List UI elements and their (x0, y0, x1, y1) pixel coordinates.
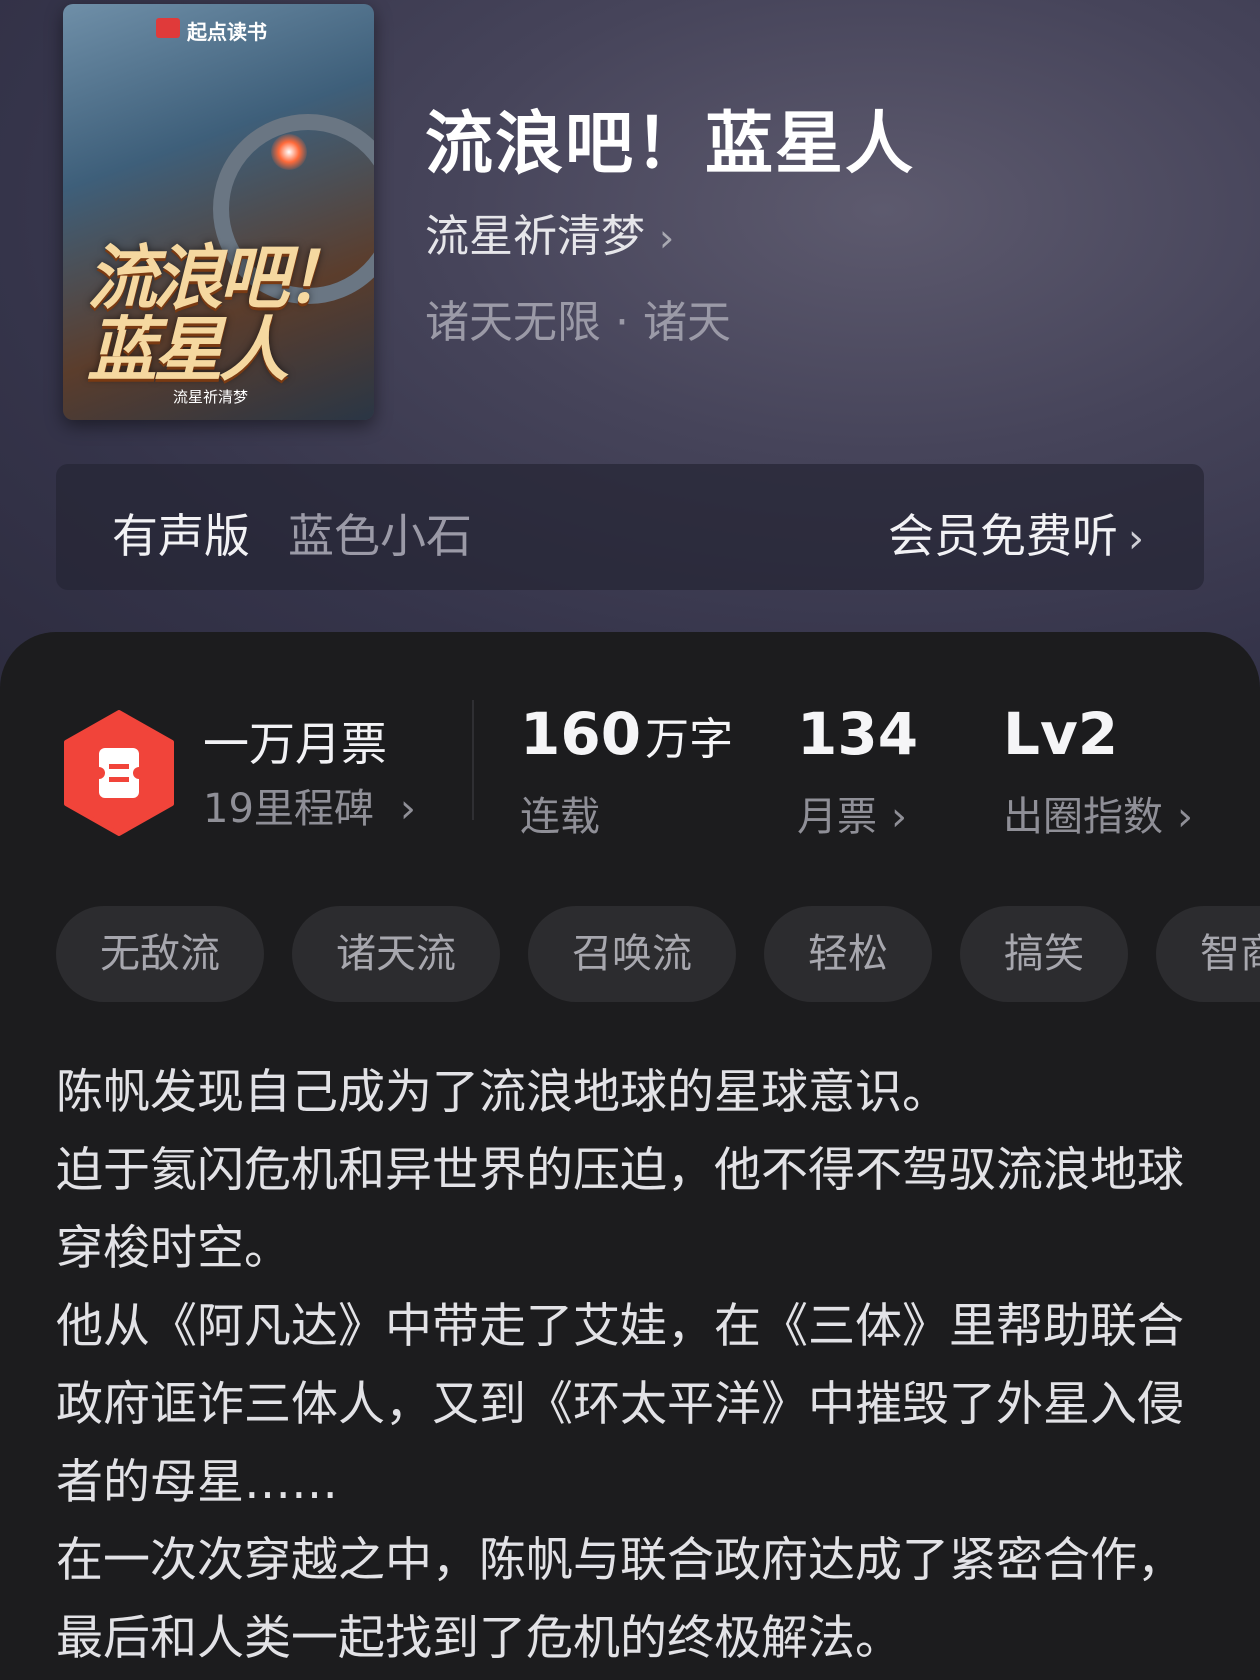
description-line: 陈帆发现自己成为了流浪地球的星球意识。 (56, 1065, 949, 1120)
tag-chip[interactable]: 诸天流 (292, 906, 500, 1002)
stats-divider (472, 700, 474, 820)
description-line: 在一次次穿越之中，陈帆与联合政府达成了紧密合作，最后和人类一起找到了危机的终极解… (56, 1533, 1184, 1666)
cover-title: 流浪吧！蓝星人 (87, 236, 355, 391)
tag-chip[interactable]: 无敌流 (56, 906, 264, 1002)
cover-art-core (271, 134, 307, 170)
book-genre[interactable]: 诸天无限 · 诸天 (425, 286, 731, 350)
audio-label: 有声版 (112, 509, 250, 563)
description-line: 迫于氦闪危机和异世界的压迫，他不得不驾驭流浪地球穿梭时空。 (56, 1143, 1184, 1276)
tag-chip[interactable]: 轻松 (764, 906, 932, 1002)
chevron-right-icon: › (1128, 516, 1144, 562)
audio-narrator: 蓝色小石 (288, 509, 472, 563)
popularity-index-label: 出圈指数 (1003, 794, 1163, 840)
monthly-votes-link[interactable]: 月票 › (797, 784, 907, 842)
tag-chip[interactable]: 搞笑 (960, 906, 1128, 1002)
serial-status: 连载 (520, 794, 600, 840)
tag-list: 无敌流诸天流召唤流轻松搞笑智商 (56, 906, 1260, 1002)
member-free-listen-button[interactable]: 会员免费听 › (888, 500, 1144, 566)
word-count-value: 160 (520, 700, 642, 768)
audio-edition-bar[interactable]: 有声版 蓝色小石 会员免费听 › (56, 464, 1204, 590)
cover-brand: 起点读书 (187, 20, 267, 44)
chevron-right-icon: › (1177, 794, 1193, 840)
chevron-right-icon: › (399, 786, 416, 832)
word-count: 160万字 (520, 700, 733, 768)
monthly-votes-value: 134 (797, 700, 919, 768)
milestone-label: 19里程碑 (203, 786, 374, 832)
chevron-right-icon: › (659, 216, 675, 260)
ticket-icon[interactable] (62, 710, 176, 836)
book-description[interactable]: 陈帆发现自己成为了流浪地球的星球意识。 迫于氦闪危机和异世界的压迫，他不得不驾驭… (56, 1054, 1216, 1678)
book-cover[interactable]: 起点读书 流浪吧！蓝星人 流星祈清梦 (63, 4, 374, 420)
description-line: 他从《阿凡达》中带走了艾娃，在《三体》里帮助联合政府诓诈三体人，又到《环太平洋》… (56, 1299, 1184, 1510)
monthly-votes-label: 月票 (797, 794, 877, 840)
cover-author: 流星祈清梦 (173, 388, 249, 406)
popularity-index-link[interactable]: 出圈指数 › (1003, 784, 1193, 842)
tag-chip[interactable]: 智商 (1156, 906, 1260, 1002)
word-count-unit: 万字 (645, 714, 734, 765)
author-link[interactable]: 流星祈清梦 › (425, 200, 674, 264)
member-free-listen-label: 会员免费听 (888, 509, 1118, 563)
milestone-link[interactable]: 19里程碑 › (203, 776, 416, 834)
book-title: 流浪吧！蓝星人 (425, 104, 916, 184)
brand-logo-icon (156, 18, 180, 38)
popularity-level: Lv2 (1003, 700, 1119, 768)
tag-chip[interactable]: 召唤流 (528, 906, 736, 1002)
author-name: 流星祈清梦 (425, 211, 645, 262)
chevron-right-icon: › (891, 794, 907, 840)
monthly-ticket-title[interactable]: 一万月票 (203, 708, 387, 774)
